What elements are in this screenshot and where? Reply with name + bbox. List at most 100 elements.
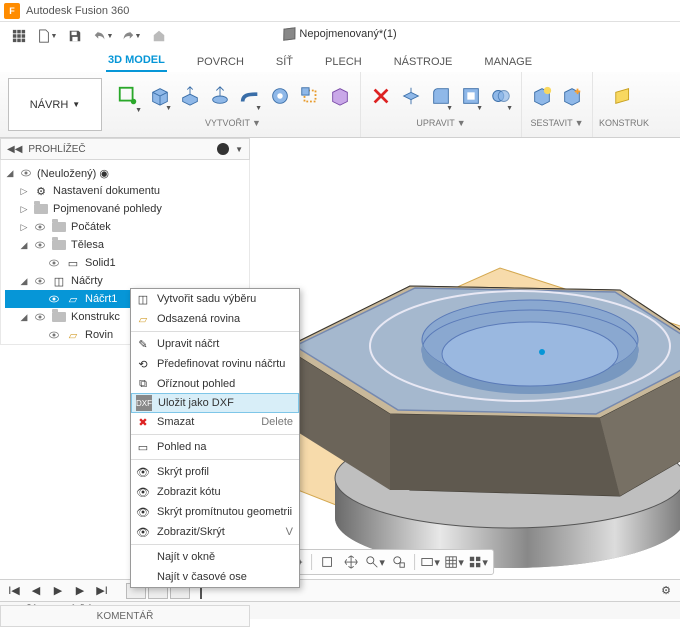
- sketch-tool[interactable]: ▼: [112, 80, 144, 112]
- folder-icon: [52, 222, 66, 232]
- cm-hide-projected[interactable]: 👁Skrýt promítnutou geometrii: [131, 502, 299, 522]
- visibility-icon[interactable]: [33, 310, 47, 324]
- browser-title: PROHLÍŽEČ: [28, 144, 85, 155]
- visibility-icon[interactable]: [33, 238, 47, 252]
- dxf-icon: DXF: [136, 395, 152, 411]
- delete-tool[interactable]: [367, 82, 395, 110]
- title-bar: F Autodesk Fusion 360: [0, 0, 680, 22]
- tab-tools[interactable]: NÁSTROJE: [392, 54, 455, 72]
- folder-icon: [34, 204, 48, 214]
- visibility-icon[interactable]: [19, 166, 33, 180]
- tree-root[interactable]: ◢ (Neuložený) ◉: [5, 164, 249, 182]
- cm-show-dimensions[interactable]: 👁Zobrazit kótu: [131, 482, 299, 502]
- document-tab[interactable]: Nepojmenovaný*(1): [283, 28, 396, 40]
- body-icon: ▭: [65, 256, 81, 270]
- collapse-icon[interactable]: ◀◀: [7, 144, 22, 155]
- cm-edit-sketch[interactable]: ✎Upravit náčrt: [131, 334, 299, 354]
- box-tool[interactable]: ▼: [146, 82, 174, 110]
- workspace-label: NÁVRH: [30, 99, 69, 111]
- sweep-tool[interactable]: ▼: [236, 82, 264, 110]
- app-title: Autodesk Fusion 360: [26, 5, 129, 17]
- app-icon: F: [4, 3, 20, 19]
- ribbon-group-construct: KONSTRUK: [593, 72, 655, 137]
- combine-tool[interactable]: ▼: [487, 82, 515, 110]
- radio-icon: ◉: [99, 168, 109, 180]
- gear-icon: ⚙: [33, 184, 49, 198]
- eye-icon: 👁: [135, 464, 151, 480]
- folder-icon: [52, 312, 66, 322]
- navigation-bar: ▾ ▾ ▾ ▾: [280, 549, 494, 575]
- plane-tool[interactable]: [610, 82, 638, 110]
- tab-sheet-metal[interactable]: PLECH: [323, 54, 364, 72]
- undo-button[interactable]: ▼: [90, 25, 116, 47]
- visibility-icon[interactable]: [47, 328, 61, 342]
- visibility-icon[interactable]: [47, 292, 61, 306]
- hole-tool[interactable]: [266, 82, 294, 110]
- joint-tool[interactable]: [528, 82, 556, 110]
- grid-menu-button[interactable]: [6, 25, 32, 47]
- tab-mesh[interactable]: SÍŤ: [274, 54, 295, 72]
- display-style-button[interactable]: ▾: [419, 552, 441, 572]
- redo-button[interactable]: ▼: [118, 25, 144, 47]
- loft-tool[interactable]: [296, 82, 324, 110]
- group-label-edit: UPRAVIT ▼: [416, 118, 465, 128]
- ribbon: NÁVRH ▼ ▼ ▼ ▼ VYTVOŘIT ▼ ▼ ▼ ▼ UPRAVIT ▼: [0, 72, 680, 138]
- save-button[interactable]: [62, 25, 88, 47]
- form-tool[interactable]: [326, 82, 354, 110]
- browser-options-icon[interactable]: [217, 143, 229, 155]
- fit-button[interactable]: [388, 552, 410, 572]
- cm-create-selection-set[interactable]: ◫Vytvořit sadu výběru: [131, 289, 299, 309]
- tab-3d-model[interactable]: 3D MODEL: [106, 52, 167, 72]
- cm-show-hide[interactable]: 👁Zobrazit/SkrýtV: [131, 522, 299, 542]
- cm-hide-profile[interactable]: 👁Skrýt profil: [131, 462, 299, 482]
- visibility-icon[interactable]: [33, 274, 47, 288]
- cm-crop-view[interactable]: ⧉Oříznout pohled: [131, 374, 299, 394]
- offset-plane-icon: ▱: [135, 311, 151, 327]
- tab-manage[interactable]: MANAGE: [482, 54, 534, 72]
- tree-doc-settings[interactable]: ▷⚙Nastavení dokumentu: [5, 182, 249, 200]
- visibility-icon[interactable]: [33, 220, 47, 234]
- tree-origin[interactable]: ▷Počátek: [5, 218, 249, 236]
- selection-set-icon: ◫: [135, 291, 151, 307]
- press-pull-tool[interactable]: [397, 82, 425, 110]
- revolve-tool[interactable]: [206, 82, 234, 110]
- cm-redefine-plane[interactable]: ⟲Předefinovat rovinu náčrtu: [131, 354, 299, 374]
- tab-surface[interactable]: POVRCH: [195, 54, 246, 72]
- viewport-layout-button[interactable]: ▾: [467, 552, 489, 572]
- look-at-icon: ▭: [135, 439, 151, 455]
- ribbon-tabs: 3D MODEL POVRCH SÍŤ PLECH NÁSTROJE MANAG…: [0, 50, 680, 72]
- redefine-plane-icon: ⟲: [135, 356, 151, 372]
- new-file-button[interactable]: ▼: [34, 25, 60, 47]
- tree-bodies[interactable]: ◢Tělesa: [5, 236, 249, 254]
- tree-solid1[interactable]: ▭Solid1: [5, 254, 249, 272]
- cm-delete[interactable]: ✖SmazatDelete: [131, 412, 299, 432]
- extrude-tool[interactable]: [176, 82, 204, 110]
- edit-sketch-icon: ✎: [135, 336, 151, 352]
- home-button[interactable]: [146, 25, 172, 47]
- document-icon: [283, 27, 295, 41]
- pan-button[interactable]: [340, 552, 362, 572]
- cm-look-at[interactable]: ▭Pohled na: [131, 437, 299, 457]
- look-at-button[interactable]: [316, 552, 338, 572]
- group-label-create: VYTVOŘIT ▼: [205, 118, 261, 128]
- cm-find-window[interactable]: Najít v okně: [131, 547, 299, 567]
- visibility-icon[interactable]: [47, 256, 61, 270]
- context-menu: ◫Vytvořit sadu výběru ▱Odsazená rovina ✎…: [130, 288, 300, 588]
- fillet-tool[interactable]: ▼: [427, 82, 455, 110]
- crop-icon: ⧉: [135, 376, 151, 392]
- delete-icon: ✖: [135, 414, 151, 430]
- comments-panel-header[interactable]: KOMENTÁŘ: [0, 605, 250, 627]
- cm-save-dxf[interactable]: DXFUložit jako DXF: [131, 393, 299, 413]
- document-name: Nepojmenovaný*(1): [299, 28, 396, 40]
- timeline-settings-button[interactable]: ⚙: [658, 583, 674, 599]
- group-label-construct: KONSTRUK: [599, 118, 649, 128]
- zoom-button[interactable]: ▾: [364, 552, 386, 572]
- cm-offset-plane[interactable]: ▱Odsazená rovina: [131, 309, 299, 329]
- workspace-switcher[interactable]: NÁVRH ▼: [8, 78, 102, 131]
- new-component-tool[interactable]: [558, 82, 586, 110]
- cm-find-timeline[interactable]: Najít v časové ose: [131, 567, 299, 587]
- tree-named-views[interactable]: ▷Pojmenované pohledy: [5, 200, 249, 218]
- grid-button[interactable]: ▾: [443, 552, 465, 572]
- shell-tool[interactable]: ▼: [457, 82, 485, 110]
- browser-header[interactable]: ◀◀ PROHLÍŽEČ ▼: [0, 138, 250, 160]
